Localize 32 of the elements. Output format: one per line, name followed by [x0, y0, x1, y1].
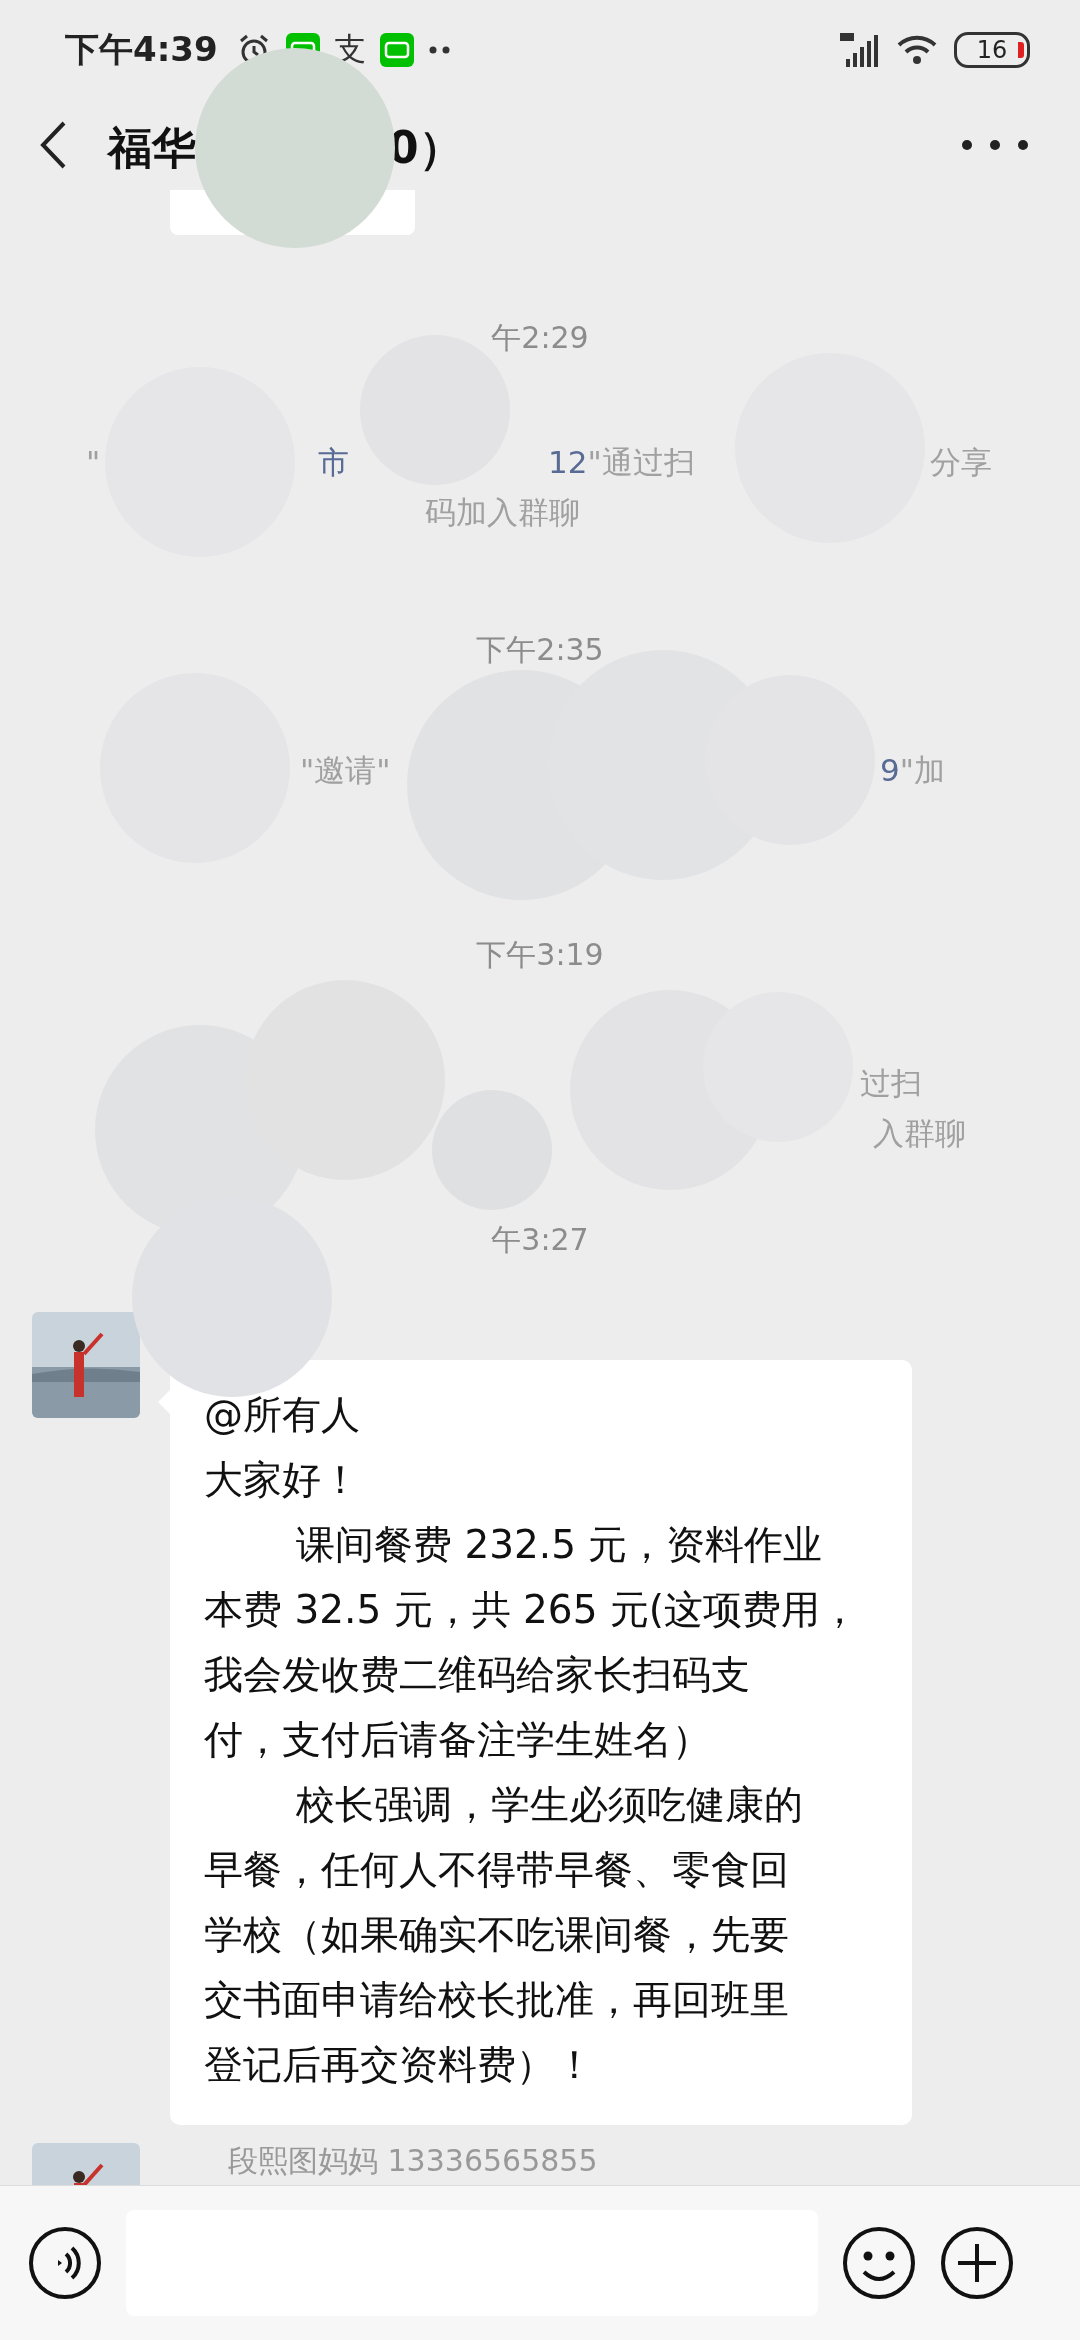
message-text: 课间餐费 232.5 元，资料作业 本费 32.5 元，共 265 元(这项费用， 我会发收费二维码给家长扫码支 付，支付后请备注学生姓名） [204, 1521, 861, 1764]
plus-icon[interactable] [940, 2226, 1014, 2300]
signal-icon [840, 33, 880, 67]
message-text: 大家好！ [204, 1456, 361, 1504]
message-text: 校长强调，学生必须吃健康的 早餐，任何人不得带早餐、零食回 学校（如果确实不吃课间餐，先要 交书面申请给校长批准，再回班里 登记后再交资料费）！ [204, 1781, 804, 2089]
app-icon [379, 33, 414, 67]
voice-icon[interactable] [28, 2226, 102, 2300]
timestamp: 午2:29 [491, 319, 589, 357]
more-notifications-icon [427, 45, 452, 55]
system-text: "邀请" [300, 751, 391, 790]
wifi-icon [896, 34, 938, 66]
system-text: 分享 [930, 443, 992, 482]
system-text: 入群聊 [873, 1114, 966, 1153]
name-link[interactable]: 9 [880, 752, 900, 788]
emoji-icon[interactable] [842, 2226, 916, 2300]
clock-time: 下午4:39 [65, 28, 218, 71]
timestamp: 下午2:35 [476, 631, 604, 669]
system-text: "加 [899, 752, 945, 788]
more-icon[interactable] [960, 138, 1030, 152]
name-link[interactable]: 12 [548, 444, 588, 480]
back-icon[interactable] [38, 120, 68, 170]
name-link[interactable]: 市 [318, 437, 349, 487]
timestamp: 下午3:19 [476, 936, 604, 974]
system-text: "通过扫 [587, 444, 695, 480]
system-text: 码加入群聊 [425, 493, 580, 532]
battery-indicator: 16 [954, 32, 1030, 68]
message-text: @所有人 [204, 1391, 361, 1439]
chat-title: 福华 [108, 121, 196, 175]
system-text: " [86, 443, 101, 482]
system-text: 过扫 [860, 1064, 922, 1103]
timestamp: 午3:27 [491, 1221, 589, 1259]
sender-name: 段熙图妈妈 13336565855 [228, 2143, 598, 2179]
